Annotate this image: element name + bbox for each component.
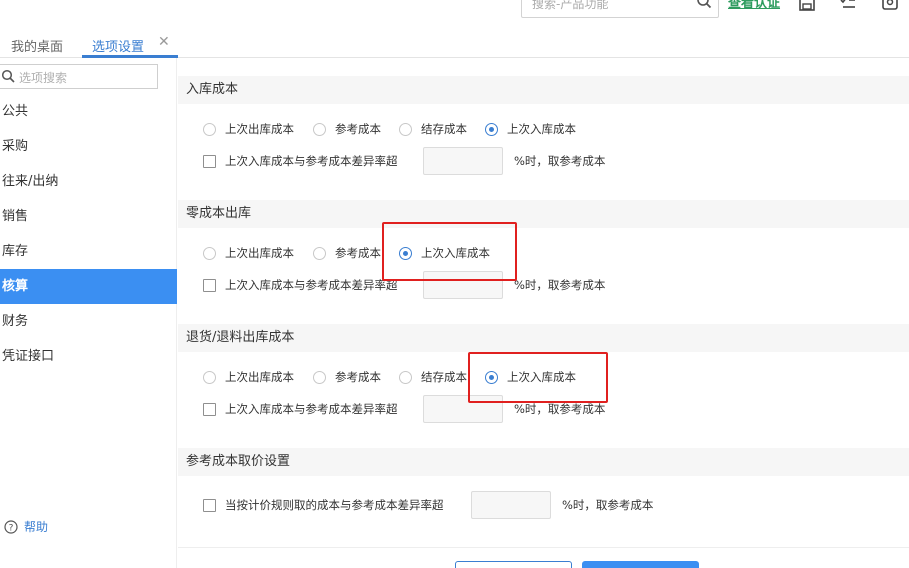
radio-icon	[313, 370, 326, 384]
checkbox-pricing-diff[interactable]: 当按计价规则取的成本与参考成本差异率超	[203, 497, 444, 513]
option-search-input[interactable]: 选项搜索	[0, 64, 158, 89]
close-icon[interactable]: ✕	[158, 34, 170, 50]
checkbox-label: 上次入库成本与参考成本差异率超	[225, 278, 398, 292]
highlight-box	[382, 222, 517, 281]
sidebar-item-inventory[interactable]: 库存	[0, 234, 177, 269]
settings-panel: 入库成本 上次出库成本 参考成本 结存成本 上次入库成本 上次入库成本与参考成本…	[178, 58, 909, 568]
option-search-placeholder: 选项搜索	[19, 71, 68, 85]
search-icon[interactable]	[696, 0, 712, 9]
verify-link[interactable]: 查看认证	[728, 0, 780, 11]
help-icon: ?	[4, 520, 18, 534]
checklist-icon[interactable]	[839, 0, 857, 12]
radio-selected-icon	[485, 122, 498, 136]
option-label: 结存成本	[421, 122, 467, 136]
return-diff-suffix: %时，取参考成本	[514, 402, 606, 416]
radio-inbound-reference[interactable]: 参考成本	[313, 121, 381, 137]
svg-text:?: ?	[9, 524, 14, 534]
checkbox-icon	[203, 278, 216, 292]
inbound-diff-suffix: %时，取参考成本	[514, 154, 606, 168]
section-title-zero-cost-outbound: 零成本出库	[178, 200, 909, 228]
secondary-button[interactable]	[455, 561, 572, 568]
section-title-reference-cost-pricing: 参考成本取价设置	[178, 448, 909, 476]
sidebar-item-accounting[interactable]: 核算	[0, 269, 177, 304]
zero-diff-suffix: %时，取参考成本	[514, 278, 606, 292]
option-label: 上次出库成本	[225, 370, 294, 384]
option-label: 参考成本	[335, 122, 381, 136]
checkbox-icon	[203, 498, 216, 512]
radio-icon	[313, 246, 326, 260]
radio-icon	[203, 122, 216, 136]
top-bar: 搜索-产品功能 查看认证	[0, 0, 909, 28]
checkbox-return-diff[interactable]: 上次入库成本与参考成本差异率超	[203, 401, 398, 417]
sidebar: 选项搜索 公共 采购 往来/出纳 销售 库存 核算 财务 凭证接口 ? 帮助	[0, 58, 177, 568]
primary-button[interactable]	[582, 561, 699, 568]
checkbox-label: 上次入库成本与参考成本差异率超	[225, 402, 398, 416]
product-search-input[interactable]: 搜索-产品功能	[521, 0, 719, 18]
option-label: 参考成本	[335, 370, 381, 384]
radio-icon	[203, 370, 216, 384]
radio-zero-last-outbound[interactable]: 上次出库成本	[203, 245, 294, 261]
option-label: 结存成本	[421, 370, 467, 384]
sidebar-item-transactions-cashier[interactable]: 往来/出纳	[0, 164, 177, 199]
radio-return-last-outbound[interactable]: 上次出库成本	[203, 369, 294, 385]
radio-icon	[399, 370, 412, 384]
tab-bar: 我的桌面 选项设置 ✕	[0, 30, 909, 58]
option-label: 上次出库成本	[225, 246, 294, 260]
checkbox-zero-diff[interactable]: 上次入库成本与参考成本差异率超	[203, 277, 398, 293]
radio-return-reference[interactable]: 参考成本	[313, 369, 381, 385]
checkbox-label: 上次入库成本与参考成本差异率超	[225, 154, 398, 168]
radio-zero-reference[interactable]: 参考成本	[313, 245, 381, 261]
sidebar-item-purchase[interactable]: 采购	[0, 129, 177, 164]
sidebar-item-common[interactable]: 公共	[0, 94, 177, 129]
footer-divider	[178, 547, 909, 548]
product-search-placeholder: 搜索-产品功能	[532, 0, 609, 11]
tab-my-desktop[interactable]: 我的桌面	[11, 36, 63, 55]
radio-inbound-last-outbound[interactable]: 上次出库成本	[203, 121, 294, 137]
help-link[interactable]: ? 帮助	[4, 518, 48, 535]
checkbox-icon	[203, 402, 216, 416]
help-label: 帮助	[24, 520, 49, 534]
save-icon[interactable]	[798, 0, 816, 12]
radio-icon	[203, 246, 216, 260]
highlight-box	[468, 352, 608, 403]
option-label: 参考成本	[335, 246, 381, 260]
option-label: 上次入库成本	[507, 122, 576, 136]
checkbox-icon	[203, 154, 216, 168]
settings-icon[interactable]	[881, 0, 899, 12]
radio-return-balance[interactable]: 结存成本	[399, 369, 467, 385]
radio-inbound-last-inbound[interactable]: 上次入库成本	[485, 121, 576, 137]
pricing-diff-suffix: %时，取参考成本	[562, 498, 654, 512]
radio-inbound-balance[interactable]: 结存成本	[399, 121, 467, 137]
section-title-inbound-cost: 入库成本	[178, 76, 909, 104]
sidebar-item-voucher-interface[interactable]: 凭证接口	[0, 339, 177, 374]
tab-option-settings[interactable]: 选项设置	[92, 36, 144, 55]
checkbox-label: 当按计价规则取的成本与参考成本差异率超	[225, 498, 444, 512]
checkbox-inbound-diff[interactable]: 上次入库成本与参考成本差异率超	[203, 153, 398, 169]
search-icon	[1, 69, 15, 83]
sidebar-item-finance[interactable]: 财务	[0, 304, 177, 339]
inbound-diff-rate-input[interactable]	[423, 147, 503, 175]
section-title-return-outbound-cost: 退货/退料出库成本	[178, 324, 909, 352]
radio-icon	[399, 122, 412, 136]
option-label: 上次出库成本	[225, 122, 294, 136]
radio-icon	[313, 122, 326, 136]
pricing-diff-rate-input[interactable]	[471, 491, 551, 519]
sidebar-item-sales[interactable]: 销售	[0, 199, 177, 234]
